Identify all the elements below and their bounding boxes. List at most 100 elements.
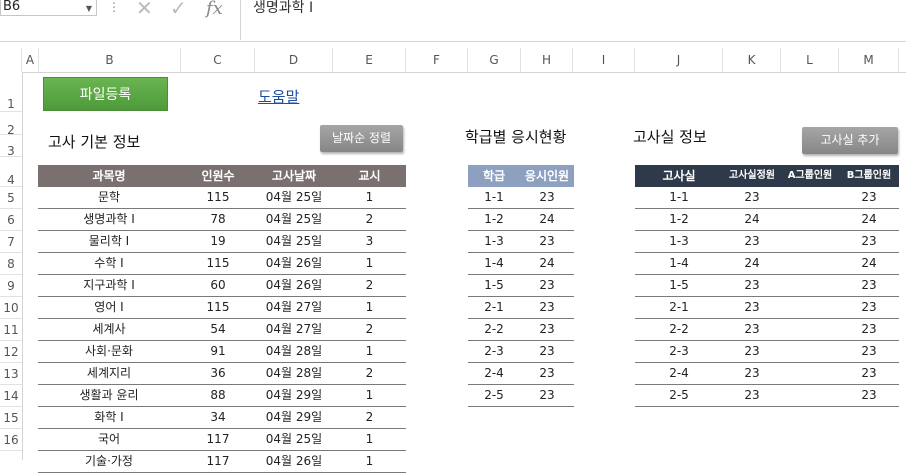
table-cell: 1-3 (484, 234, 504, 248)
table-row[interactable]: 1-5 23 23 (635, 275, 899, 297)
help-link[interactable]: 도움말 (258, 86, 299, 107)
select-all-corner[interactable] (0, 48, 22, 72)
row-header[interactable]: 6 (0, 209, 22, 231)
table-row[interactable]: 2-5 23 23 (635, 385, 899, 407)
table-cell: 생활과 윤리 (79, 388, 139, 402)
column-header[interactable]: B (39, 48, 181, 72)
table-cell: 23 (744, 190, 760, 204)
column-header[interactable]: H (521, 48, 573, 72)
row-header[interactable]: 15 (0, 407, 22, 429)
table-cell: 문학 (97, 190, 121, 204)
table-cell: 1 (365, 256, 374, 270)
row-header[interactable]: 10 (0, 297, 22, 319)
insert-function-icon[interactable]: fx (206, 0, 223, 19)
table-row[interactable]: 2-3 23 (468, 341, 574, 363)
table-cell: 04월 27일 (265, 322, 323, 336)
table-row[interactable]: 2-2 23 23 (635, 319, 899, 341)
table-row[interactable]: 수학 I 115 04월 26일 1 (38, 253, 406, 275)
table-row[interactable]: 생활과 윤리 88 04월 29일 1 (38, 385, 406, 407)
more-options-icon[interactable]: ⋮ (108, 0, 120, 14)
table-row[interactable]: 화학 I 34 04월 29일 2 (38, 407, 406, 429)
table-row[interactable]: 물리학 I 19 04월 25일 3 (38, 231, 406, 253)
table-cell: 04월 28일 (265, 344, 323, 358)
confirm-icon[interactable]: ✓ (170, 0, 187, 20)
exam-header-cell: 과목명 (92, 169, 126, 183)
table-row[interactable]: 2-2 23 (468, 319, 574, 341)
table-row[interactable]: 1-1 23 (468, 187, 574, 209)
table-cell: 04월 25일 (265, 234, 323, 248)
table-row[interactable]: 2-4 23 (468, 363, 574, 385)
table-cell: 2 (365, 366, 374, 380)
table-row[interactable]: 기술·가정 117 04월 26일 1 (38, 451, 406, 473)
name-box[interactable]: B6 ▼ (0, 0, 97, 16)
sort-by-date-button[interactable]: 날짜순 정렬 (320, 125, 403, 152)
table-row[interactable]: 영어 I 115 04월 27일 1 (38, 297, 406, 319)
row-header[interactable]: 13 (0, 363, 22, 385)
table-cell: 기술·가정 (85, 454, 133, 468)
row-header[interactable]: 4 (0, 157, 22, 187)
column-header[interactable]: G (468, 48, 521, 72)
column-header[interactable]: F (406, 48, 468, 72)
row-header[interactable]: 11 (0, 319, 22, 341)
table-row[interactable]: 1-4 24 24 (635, 253, 899, 275)
column-header[interactable]: J (635, 48, 723, 72)
name-box-dropdown-icon[interactable]: ▼ (86, 2, 92, 16)
file-register-button[interactable]: 파일등록 (43, 77, 168, 111)
table-row[interactable]: 사회·문화 91 04월 28일 1 (38, 341, 406, 363)
row-header[interactable]: 9 (0, 275, 22, 297)
column-header[interactable]: I (573, 48, 635, 72)
row-header[interactable]: 5 (0, 187, 22, 209)
row-header[interactable]: 14 (0, 385, 22, 407)
table-row[interactable]: 2-1 23 23 (635, 297, 899, 319)
table-cell: 04월 26일 (265, 256, 323, 270)
column-header[interactable]: E (333, 48, 406, 72)
table-cell: 1-5 (669, 278, 689, 292)
table-row[interactable]: 1-4 24 (468, 253, 574, 275)
add-room-button[interactable]: 고사실 추가 (802, 127, 898, 154)
row-header[interactable]: 7 (0, 231, 22, 253)
table-row[interactable]: 1-5 23 (468, 275, 574, 297)
table-row[interactable]: 문학 115 04월 25일 1 (38, 187, 406, 209)
row-header[interactable]: 3 (0, 135, 22, 158)
exam-header-cell: 교시 (358, 169, 381, 183)
table-cell: 23 (744, 234, 760, 248)
table-cell: 국어 (97, 432, 121, 446)
table-row[interactable]: 세계사 54 04월 27일 2 (38, 319, 406, 341)
table-cell: 19 (210, 234, 226, 248)
table-row[interactable]: 국어 117 04월 25일 1 (38, 429, 406, 451)
table-cell: 1-3 (669, 234, 689, 248)
formula-input[interactable]: 생명과학 I (240, 0, 906, 40)
column-header[interactable]: D (255, 48, 333, 72)
cancel-icon[interactable]: ✕ (136, 0, 153, 20)
column-header[interactable]: A (22, 48, 39, 72)
table-cell: 24 (744, 212, 760, 226)
column-header[interactable]: M (839, 48, 899, 72)
row-header[interactable]: 1 (0, 72, 22, 112)
table-cell: 04월 26일 (265, 454, 323, 468)
class-header-cell: 학급 (482, 169, 506, 183)
table-cell: 91 (210, 344, 226, 358)
column-header[interactable]: K (723, 48, 781, 72)
table-row[interactable]: 1-2 24 (468, 209, 574, 231)
table-row[interactable]: 세계지리 36 04월 28일 2 (38, 363, 406, 385)
table-cell: 2 (365, 322, 374, 336)
column-header[interactable]: C (181, 48, 255, 72)
table-row[interactable]: 1-3 23 23 (635, 231, 899, 253)
table-row[interactable]: 2-5 23 (468, 385, 574, 407)
table-row[interactable]: 2-3 23 23 (635, 341, 899, 363)
table-row[interactable]: 2-1 23 (468, 297, 574, 319)
table-row[interactable]: 지구과학 I 60 04월 26일 2 (38, 275, 406, 297)
row-header[interactable]: 2 (0, 112, 22, 137)
table-cell: 04월 28일 (265, 366, 323, 380)
table-row[interactable]: 2-4 23 23 (635, 363, 899, 385)
table-row[interactable]: 1-3 23 (468, 231, 574, 253)
table-row[interactable]: 1-1 23 23 (635, 187, 899, 209)
table-cell: 2-4 (669, 366, 689, 380)
column-header[interactable]: L (781, 48, 839, 72)
row-header[interactable]: 12 (0, 341, 22, 363)
row-header[interactable]: 16 (0, 429, 22, 451)
table-row[interactable]: 생명과학 I 78 04월 25일 2 (38, 209, 406, 231)
table-cell: 세계지리 (86, 366, 132, 380)
row-header[interactable]: 8 (0, 253, 22, 275)
table-row[interactable]: 1-2 24 24 (635, 209, 899, 231)
